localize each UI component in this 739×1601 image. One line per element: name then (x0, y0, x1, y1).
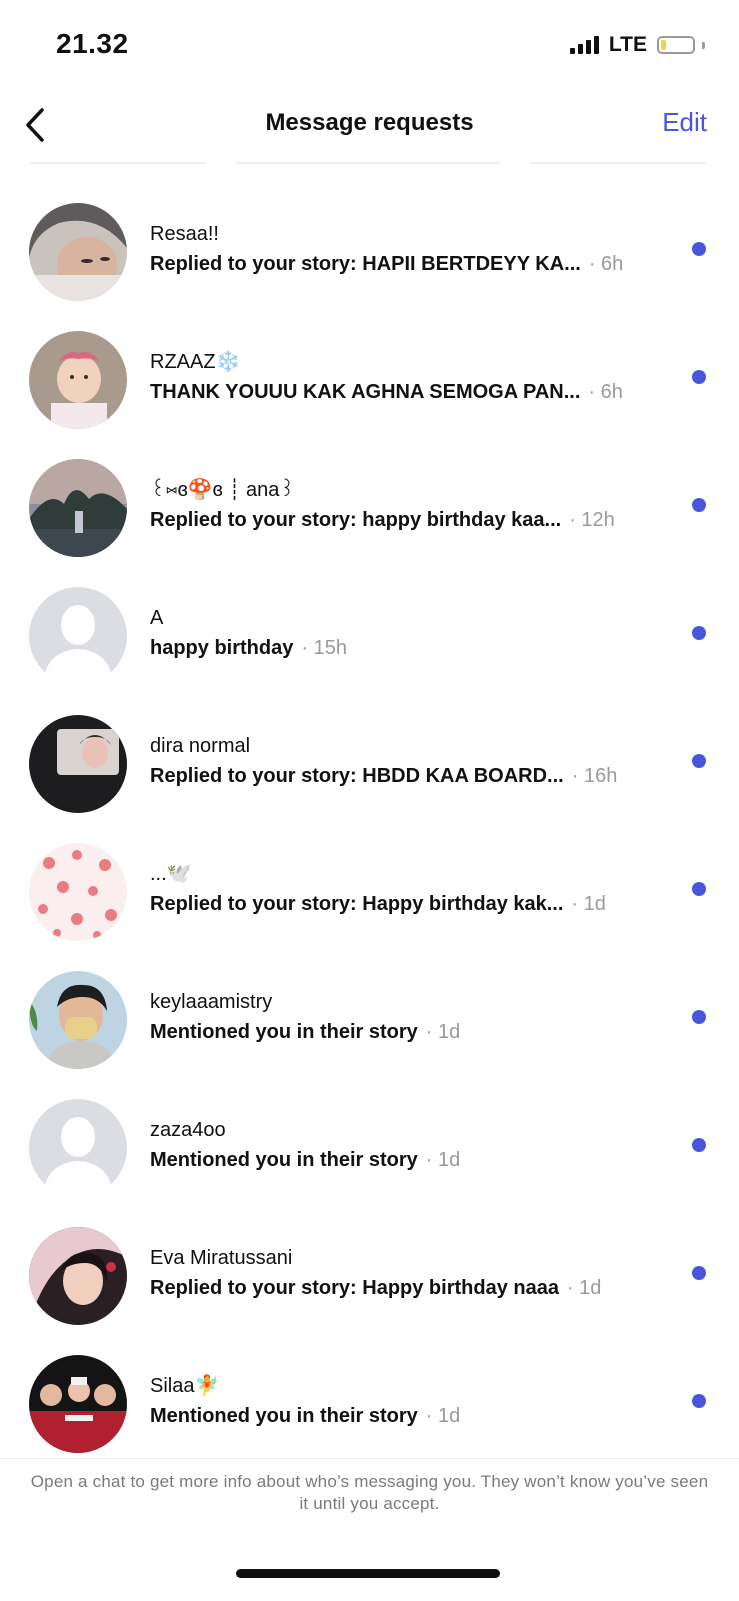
request-preview: Replied to your story: Happy birthday ka… (150, 892, 659, 916)
request-preview: Replied to your story: HAPII BERTDEYY KA… (150, 252, 659, 276)
message-time: · 1d (425, 1405, 461, 1427)
home-indicator[interactable] (236, 1569, 500, 1578)
page-title: Message requests (265, 109, 474, 136)
avatar (29, 843, 127, 941)
status-bar: 21.32 LTE (0, 0, 739, 90)
request-name: zaza4oo (150, 1119, 226, 1141)
request-text: keylaaamistry Mentioned you in their sto… (150, 990, 659, 1044)
avatar (29, 459, 127, 557)
avatar (29, 715, 127, 813)
request-name: ...🕊️ (150, 863, 192, 885)
default-avatar-icon (29, 587, 127, 685)
request-row[interactable]: ...🕊️ Replied to your story: Happy birth… (0, 826, 739, 954)
request-text: Silaa🧚 Mentioned you in their story · 1d (150, 1374, 659, 1428)
message-time: · 6h (588, 381, 623, 403)
tab-indicators (0, 162, 739, 164)
avatar (29, 971, 127, 1069)
default-avatar-icon (29, 1099, 127, 1197)
request-row[interactable]: Eva Miratussani Replied to your story: H… (0, 1210, 739, 1338)
message-time: · 16h (571, 765, 618, 787)
avatar (29, 203, 127, 301)
message-time: · 12h (569, 509, 615, 531)
request-text: RZAAZ❄️ THANK YOUUU KAK AGHNA SEMOGA PAN… (150, 350, 659, 404)
message-snippet: Replied to your story: Happy birthday ka… (150, 893, 564, 915)
request-preview: Replied to your story: happy birthday ka… (150, 508, 659, 532)
request-text: ...🕊️ Replied to your story: Happy birth… (150, 862, 659, 916)
request-preview: Replied to your story: HBDD KAA BOARD...… (150, 764, 659, 788)
request-preview: Mentioned you in their story · 1d (150, 1404, 659, 1428)
request-list: Resaa!! Replied to your story: HAPII BER… (0, 186, 739, 1466)
message-snippet: Replied to your story: HAPII BERTDEYY KA… (150, 253, 581, 275)
battery-icon (657, 36, 695, 54)
status-time: 21.32 (56, 28, 129, 59)
request-row[interactable]: RZAAZ❄️ THANK YOUUU KAK AGHNA SEMOGA PAN… (0, 314, 739, 442)
footer: Open a chat to get more info about who’s… (0, 1458, 739, 1601)
message-snippet: Replied to your story: Happy birthday na… (150, 1277, 559, 1299)
request-row[interactable]: zaza4oo Mentioned you in their story · 1… (0, 1082, 739, 1210)
unread-dot (692, 626, 706, 640)
avatar (29, 331, 127, 429)
request-name: dira normal (150, 735, 251, 757)
request-name: A (150, 607, 164, 629)
request-preview: THANK YOUUU KAK AGHNA SEMOGA PAN... · 6h (150, 380, 659, 404)
request-text: zaza4oo Mentioned you in their story · 1… (150, 1118, 659, 1172)
message-time: · 1d (566, 1277, 602, 1299)
message-time: · 1d (571, 893, 606, 915)
message-snippet: Replied to your story: HBDD KAA BOARD... (150, 765, 564, 787)
request-name: Silaa🧚 (150, 1375, 220, 1397)
message-snippet: Replied to your story: happy birthday ka… (150, 509, 562, 531)
message-time: · 6h (588, 253, 624, 275)
message-snippet: happy birthday (150, 637, 294, 659)
request-preview: Replied to your story: Happy birthday na… (150, 1276, 659, 1300)
unread-dot (692, 498, 706, 512)
avatar (29, 587, 127, 685)
battery-tip (702, 41, 705, 49)
avatar (29, 1355, 127, 1453)
request-row[interactable]: dira normal Replied to your story: HBDD … (0, 698, 739, 826)
nav-header: Message requests Edit (0, 95, 739, 155)
request-row[interactable]: Resaa!! Replied to your story: HAPII BER… (0, 186, 739, 314)
request-name: Resaa!! (150, 223, 219, 245)
unread-dot (692, 370, 706, 384)
request-row[interactable]: keylaaamistry Mentioned you in their sto… (0, 954, 739, 1082)
message-snippet: Mentioned you in their story (150, 1149, 418, 1171)
request-row[interactable]: Silaa🧚 Mentioned you in their story · 1d (0, 1338, 739, 1466)
avatar (29, 1099, 127, 1197)
request-preview: happy birthday · 15h (150, 636, 659, 660)
message-time: · 1d (425, 1149, 461, 1171)
message-snippet: Mentioned you in their story (150, 1405, 418, 1427)
message-time: · 15h (301, 637, 347, 659)
request-name: Eva Miratussani (150, 1247, 293, 1269)
unread-dot (692, 1010, 706, 1024)
request-row[interactable]: ꒰⑅ɞ🍄ɞ ┊ ana꒱ Replied to your story: happ… (0, 442, 739, 570)
unread-dot (692, 242, 706, 256)
request-name: ꒰⑅ɞ🍄ɞ ┊ ana꒱ (150, 479, 295, 501)
message-snippet: THANK YOUUU KAK AGHNA SEMOGA PAN... (150, 381, 581, 403)
request-preview: Mentioned you in their story · 1d (150, 1020, 659, 1044)
network-label: LTE (608, 33, 647, 56)
signal-icon (569, 36, 599, 54)
unread-dot (692, 754, 706, 768)
request-text: dira normal Replied to your story: HBDD … (150, 734, 659, 788)
message-snippet: Mentioned you in their story (150, 1021, 418, 1043)
request-preview: Mentioned you in their story · 1d (150, 1148, 659, 1172)
request-text: ꒰⑅ɞ🍄ɞ ┊ ana꒱ Replied to your story: happ… (150, 478, 659, 532)
request-text: Eva Miratussani Replied to your story: H… (150, 1246, 659, 1300)
request-text: Resaa!! Replied to your story: HAPII BER… (150, 222, 659, 276)
message-time: · 1d (425, 1021, 461, 1043)
status-indicators: LTE (569, 33, 705, 57)
footer-info: Open a chat to get more info about who’s… (30, 1472, 709, 1513)
request-text: A happy birthday · 15h (150, 606, 659, 660)
unread-dot (692, 882, 706, 896)
request-name: RZAAZ❄️ (150, 351, 241, 373)
unread-dot (692, 1138, 706, 1152)
request-name: keylaaamistry (150, 991, 273, 1013)
edit-button[interactable]: Edit (662, 107, 707, 138)
unread-dot (692, 1394, 706, 1408)
avatar (29, 1227, 127, 1325)
unread-dot (692, 1266, 706, 1280)
request-row[interactable]: A happy birthday · 15h (0, 570, 739, 698)
